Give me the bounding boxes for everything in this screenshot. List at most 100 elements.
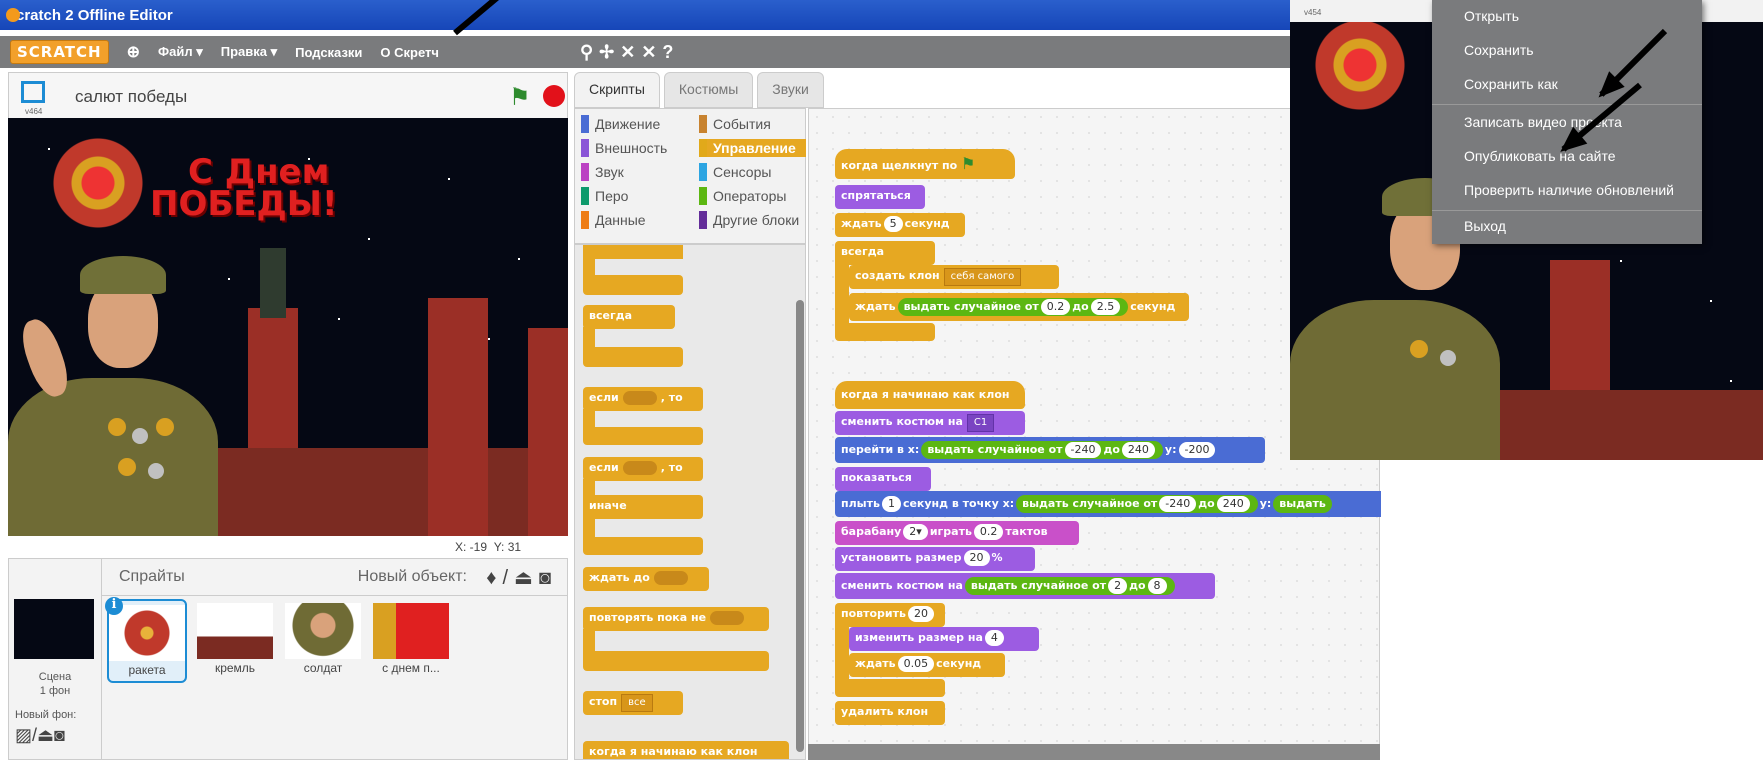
fullscreen-icon[interactable] — [21, 81, 45, 103]
sprite-name: ракета — [128, 663, 166, 677]
version-label: v464 — [25, 107, 43, 116]
category-operators[interactable]: Операторы — [699, 187, 786, 205]
sprite-thumbnail — [285, 603, 361, 659]
category-motion[interactable]: Движение — [581, 115, 660, 133]
editor-tabs: Скрипты Костюмы Звуки — [574, 72, 828, 108]
menu-separator — [1432, 210, 1702, 211]
scene-label: Сцена — [38, 671, 72, 683]
menu-edit[interactable]: Правка ▾ — [221, 44, 277, 60]
sprite-thumbnail — [197, 603, 273, 659]
block-glide[interactable]: плыть 1 секунд в точку x: выдать случайное … — [835, 491, 1381, 517]
menu-item-check-updates[interactable]: Проверить наличие обновлений — [1464, 182, 1674, 198]
edit-tools-icons[interactable]: ⚲✢✕✕? — [580, 42, 679, 63]
category-pen[interactable]: Перо — [581, 187, 628, 205]
stage-header: v464 салют победы ⚑ — [8, 72, 568, 118]
scratch-logo[interactable]: SCRATCH — [10, 40, 109, 64]
category-events[interactable]: События — [699, 115, 771, 133]
block-change-size[interactable]: изменить размер на 4 — [849, 627, 1039, 651]
banner-text: С Днем ПОБЕДЫ! — [150, 152, 338, 224]
block-hide[interactable]: спрятаться — [835, 185, 925, 209]
sprite-panel: Сцена 1 фон Новый фон: ▨/⏏◙ Спрайты Новы… — [8, 558, 568, 760]
menu-separator — [1432, 104, 1702, 105]
menu-bar: SCRATCH ⊕ Файл ▾ Правка ▾ Подсказки О Ск… — [0, 36, 1310, 68]
scene-column[interactable]: Сцена 1 фон Новый фон: ▨/⏏◙ — [9, 559, 102, 759]
soldier-image — [8, 378, 218, 536]
menu-item-publish[interactable]: Опубликовать на сайте — [1464, 148, 1615, 164]
block-stop[interactable]: стоп все — [583, 691, 683, 715]
scene-backdrop-count: 1 фон — [39, 685, 71, 697]
language-globe-icon[interactable]: ⊕ — [127, 42, 140, 62]
block-repeat[interactable]: повторить 20 — [835, 603, 945, 627]
tab-scripts[interactable]: Скрипты — [574, 72, 660, 108]
block-forever[interactable]: всегда — [835, 241, 935, 265]
menu-item-save[interactable]: Сохранить — [1464, 42, 1534, 58]
block-wait-short[interactable]: ждать 0.05 секунд — [849, 653, 1005, 677]
order-star-icon — [1310, 20, 1410, 110]
sprite-tile[interactable]: солдат — [283, 599, 363, 683]
sprite-name: солдат — [303, 661, 343, 675]
block-show[interactable]: показаться — [835, 467, 931, 491]
menu-item-save-as[interactable]: Сохранить как — [1464, 76, 1558, 92]
block-wait-until[interactable]: ждать до — [583, 567, 709, 591]
c-block-end[interactable] — [583, 275, 683, 295]
sprite-tile[interactable]: i ракета — [105, 597, 187, 683]
menu-item-open[interactable]: Открыть — [1464, 8, 1519, 24]
block-if-else[interactable]: если, то — [583, 457, 703, 481]
category-control[interactable]: Управление — [699, 139, 806, 157]
block-palette: всегда если, то если, то иначе ждать до … — [574, 244, 806, 760]
category-sound[interactable]: Звук — [581, 163, 624, 181]
block-switch-costume[interactable]: сменить костюм на C1 — [835, 411, 1025, 435]
block-if[interactable]: если, то — [583, 387, 703, 411]
script-area-scrollbar[interactable] — [808, 744, 1380, 760]
menu-item-exit[interactable]: Выход — [1464, 218, 1506, 234]
mouse-coordinates: X: -19 Y: 31 — [455, 540, 522, 554]
info-icon[interactable]: i — [105, 597, 123, 615]
tab-costumes[interactable]: Костюмы — [663, 72, 754, 108]
tab-sounds[interactable]: Звуки — [757, 72, 824, 108]
menu-tips[interactable]: Подсказки — [295, 45, 362, 60]
inset-version-label: v454 — [1304, 8, 1322, 17]
sprite-tile[interactable]: кремль — [195, 599, 275, 683]
menu-file[interactable]: Файл ▾ — [158, 44, 203, 60]
category-more-blocks[interactable]: Другие блоки — [699, 211, 799, 229]
block-wait[interactable]: ждать 5 секунд — [835, 213, 965, 237]
block-forever[interactable]: всегда — [583, 305, 675, 329]
sprite-tile[interactable]: с днем п... — [371, 599, 451, 683]
block-wait-random[interactable]: ждать выдать случайное от 0.2 до 2.5 секунд — [849, 293, 1189, 321]
new-sprite-icons[interactable]: ♦/⏏◙ — [486, 565, 557, 590]
sprite-header: Спрайты Новый объект: ♦/⏏◙ — [101, 559, 567, 596]
block-set-size[interactable]: установить размер 20% — [835, 547, 1035, 571]
green-flag-icon[interactable]: ⚑ — [509, 83, 531, 112]
sprites-title: Спрайты — [119, 568, 185, 585]
new-backdrop-icons[interactable]: ▨/⏏◙ — [15, 725, 65, 746]
block-repeat-until[interactable]: повторять пока не — [583, 607, 769, 631]
block-when-clone[interactable]: когда я начинаю как клон — [583, 741, 789, 759]
palette-scrollbar[interactable] — [796, 300, 804, 752]
sprite-name: кремль — [214, 661, 256, 675]
block-when-start-as-clone[interactable]: когда я начинаю как клон — [835, 381, 1025, 409]
new-backdrop-label: Новый фон: — [15, 709, 77, 721]
block-switch-costume-random[interactable]: сменить костюм на выдать случайное от 2 до 8 — [835, 573, 1215, 599]
stage-canvas[interactable]: С Днем ПОБЕДЫ! — [8, 118, 568, 536]
block-else[interactable]: иначе — [583, 495, 703, 519]
project-title-input[interactable]: салют победы — [75, 87, 187, 107]
block-categories: Движение События Внешность Управление Зв… — [574, 108, 806, 244]
menu-about[interactable]: О Скретч — [380, 45, 439, 60]
sprite-thumbnail — [373, 603, 449, 659]
stop-icon[interactable] — [543, 85, 565, 107]
window-title-bar: Scratch 2 Offline Editor — [0, 0, 1310, 30]
sprite-thumbnail — [109, 605, 185, 661]
green-flag-icon: ⚑ — [961, 154, 976, 173]
block-goto-xy[interactable]: перейти в x: выдать случайное от -240 до 240… — [835, 437, 1265, 463]
block-delete-clone[interactable]: удалить клон — [835, 701, 945, 725]
scratch-cat-icon — [6, 8, 20, 22]
category-looks[interactable]: Внешность — [581, 139, 667, 157]
category-sensing[interactable]: Сенсоры — [699, 163, 771, 181]
sprite-name: с днем п... — [382, 661, 440, 675]
block-create-clone[interactable]: создать клон себя самого — [849, 265, 1059, 289]
window-title: Scratch 2 Offline Editor — [6, 6, 173, 24]
category-data[interactable]: Данные — [581, 211, 646, 229]
block-when-flag-clicked[interactable]: когда щелкнут по ⚑ — [835, 149, 1015, 179]
scene-thumbnail[interactable] — [14, 599, 94, 659]
block-play-drum[interactable]: барабану 2▾ играть 0.2 тактов — [835, 521, 1079, 545]
